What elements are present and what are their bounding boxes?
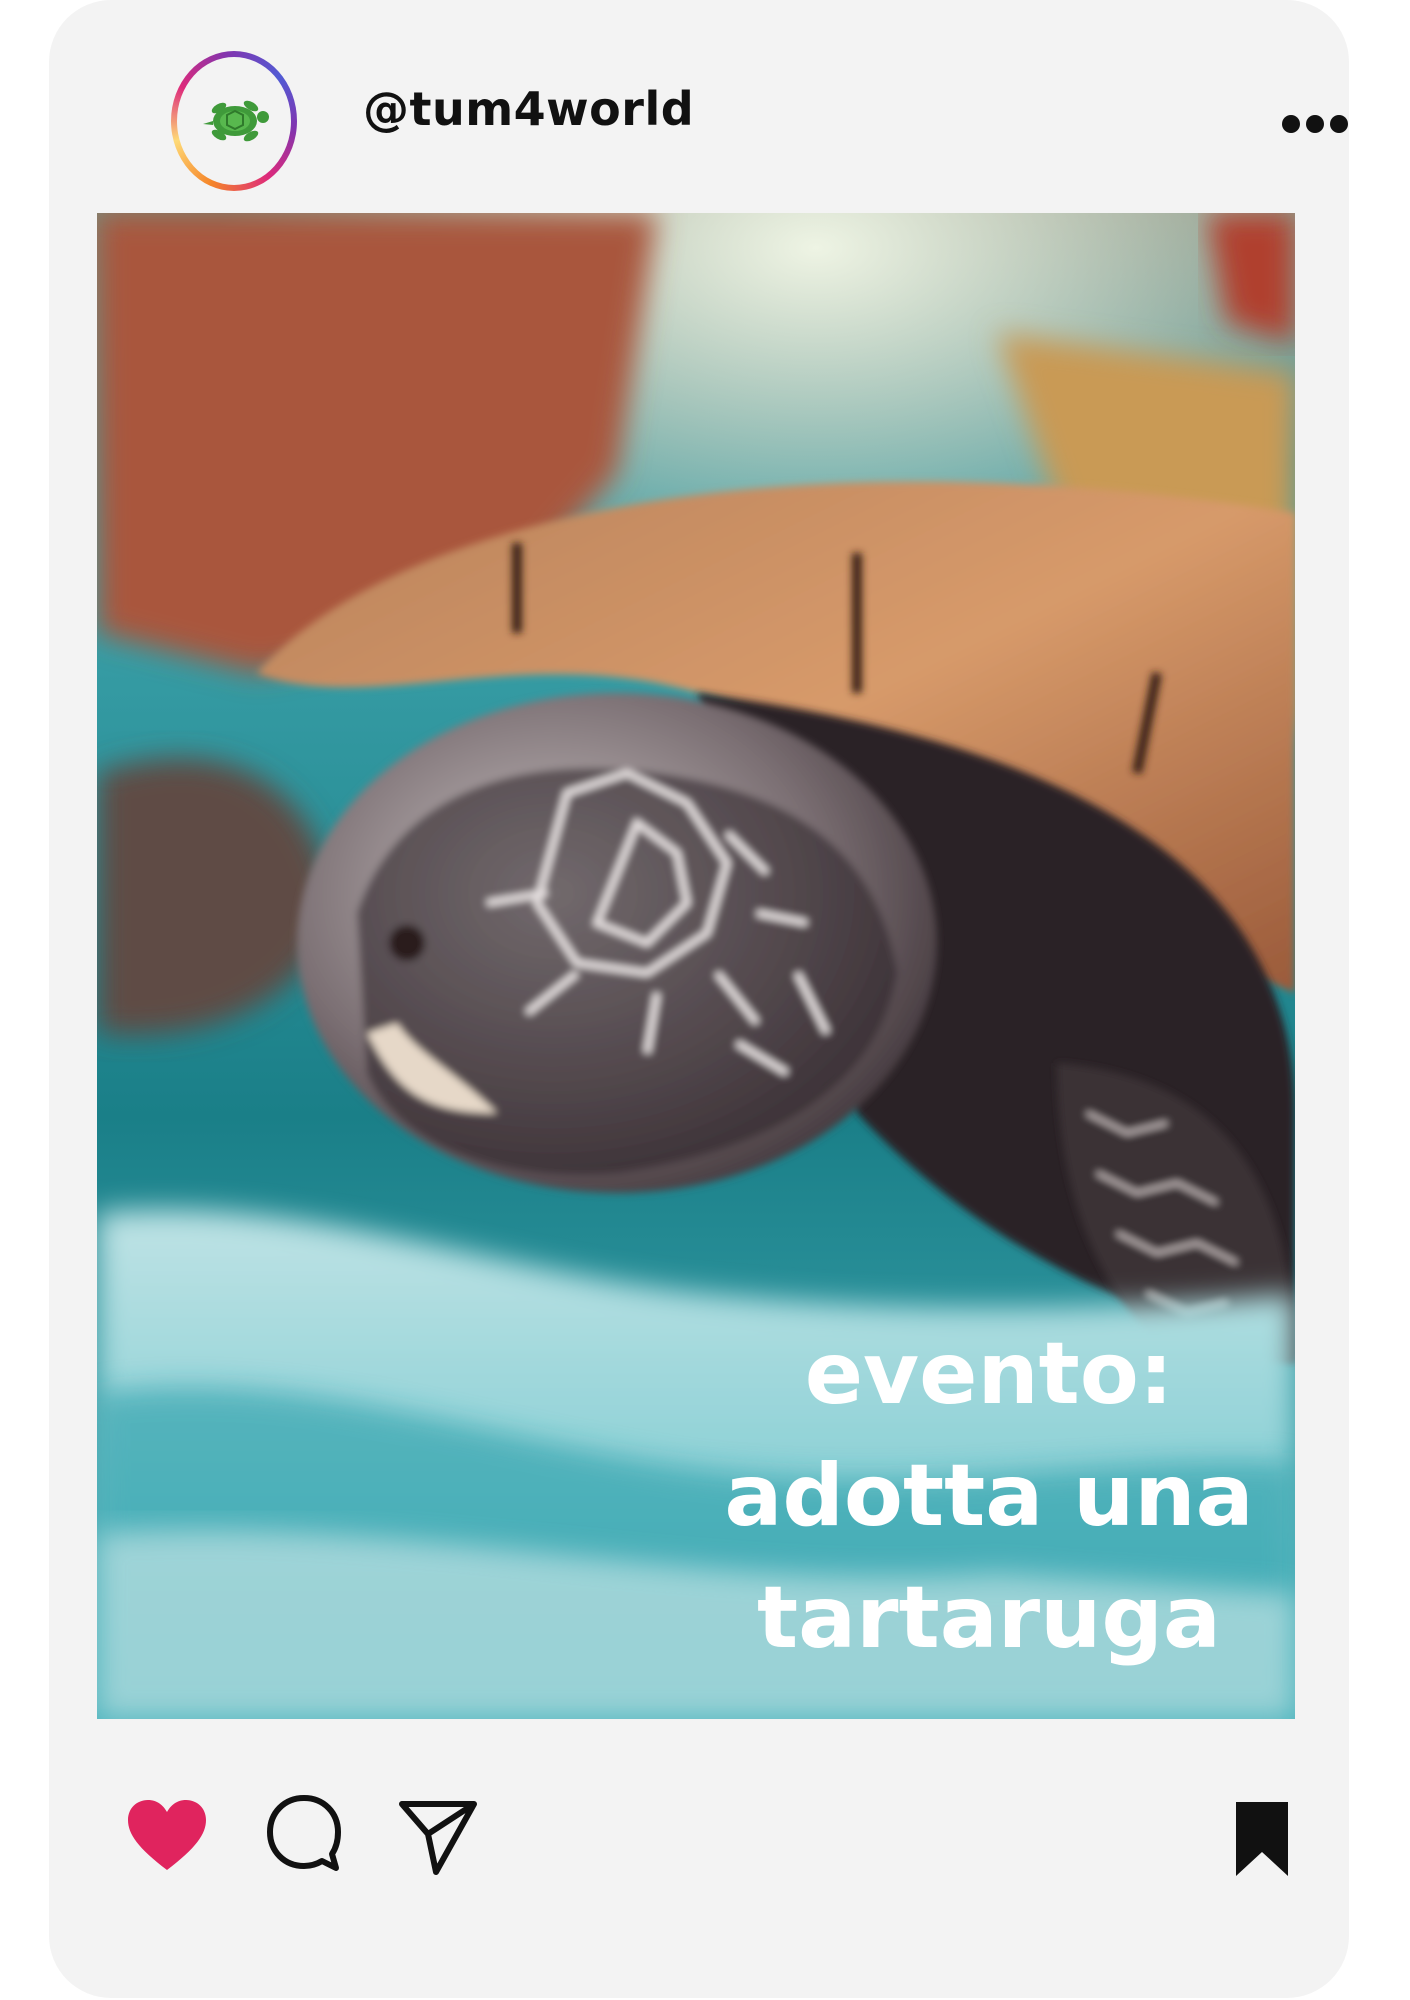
paper-plane-icon[interactable] — [398, 1796, 478, 1878]
post-caption: evento: adotta una tartaruga — [709, 1313, 1269, 1679]
bookmark-icon[interactable] — [1232, 1800, 1292, 1878]
comment-bubble-icon[interactable] — [264, 1792, 344, 1876]
caption-line-2: adotta una — [724, 1446, 1254, 1546]
username-label[interactable]: @tum4world — [363, 82, 694, 136]
caption-line-1: evento: — [804, 1324, 1174, 1424]
more-dots-icon[interactable] — [1279, 112, 1351, 136]
avatar-frame — [177, 57, 291, 185]
caption-line-3: tartaruga — [757, 1568, 1221, 1668]
heart-icon[interactable] — [128, 1800, 206, 1872]
post-image[interactable]: evento: adotta una tartaruga — [97, 213, 1295, 1719]
turtle-icon — [203, 100, 269, 142]
profile-avatar[interactable] — [171, 51, 297, 191]
